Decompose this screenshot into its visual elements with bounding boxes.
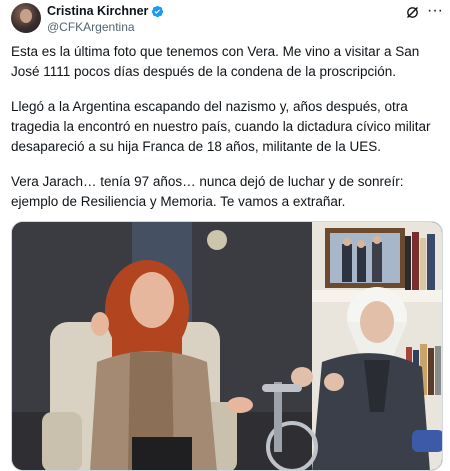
avatar[interactable]: [11, 3, 41, 33]
framed-picture: [325, 228, 405, 288]
more-options-button[interactable]: ···: [427, 2, 443, 20]
author-name-row[interactable]: Cristina Kirchner: [47, 4, 164, 18]
author-name[interactable]: Cristina Kirchner: [47, 4, 148, 18]
grok-icon[interactable]: [405, 5, 420, 20]
tweet-text: Esta es la última foto que tenemos con V…: [11, 42, 441, 227]
tweet-photo[interactable]: [11, 221, 443, 471]
tweet-paragraph: Esta es la última foto que tenemos con V…: [11, 44, 420, 79]
author-handle[interactable]: @CFKArgentina: [47, 20, 135, 34]
tweet-paragraph: Vera Jarach… tenía 97 años… nunca dejó d…: [11, 174, 404, 209]
verified-badge-icon: [152, 5, 164, 17]
tweet-paragraph: Llegó a la Argentina escapando del nazis…: [11, 99, 431, 154]
